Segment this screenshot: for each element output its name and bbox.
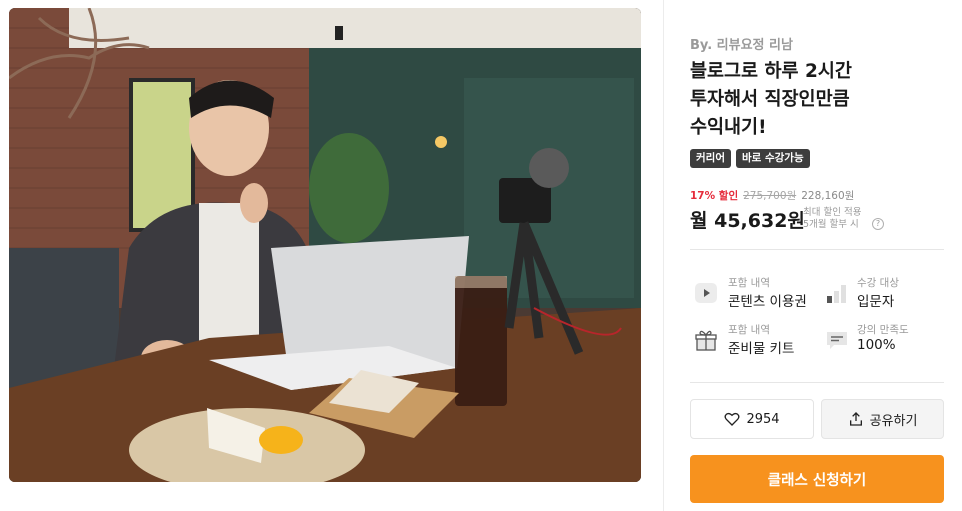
info-value: 입문자: [857, 294, 895, 310]
info-target-level: 수강 대상 입문자: [821, 275, 946, 315]
share-label: 공유하기: [869, 413, 918, 429]
play-icon: [695, 283, 717, 303]
discount-rate: 17% 할인: [690, 190, 739, 202]
heart-icon: [724, 412, 740, 426]
cafe-photo-illustration: [9, 8, 641, 482]
info-icon[interactable]: ?: [872, 218, 884, 230]
info-label: 포함 내역: [728, 277, 770, 289]
tag-list: 커리어 바로 수강가능: [690, 149, 810, 168]
gift-icon: [695, 330, 717, 351]
info-content-included: 포함 내역 콘텐츠 이용권: [690, 275, 815, 315]
info-value: 준비물 키트: [728, 341, 795, 357]
vertical-divider: [663, 0, 664, 511]
share-button[interactable]: 공유하기: [821, 399, 944, 439]
installment-note: 최대 할인 적용 5개월 할부 시: [803, 207, 862, 230]
bar-level-icon: [827, 285, 846, 303]
info-value: 콘텐츠 이용권: [728, 294, 807, 310]
info-kit-included: 포함 내역 준비물 키트: [690, 322, 815, 362]
monthly-price: 월 45,632원: [690, 210, 805, 232]
like-count: 2954: [746, 411, 780, 427]
info-satisfaction: 강의 만족도 100%: [821, 322, 946, 362]
info-value: 100%: [857, 337, 896, 353]
section-divider: [690, 382, 944, 383]
class-title: 블로그로 하루 2시간 투자해서 직장인만큼 수익내기!: [690, 61, 852, 138]
share-icon: [849, 412, 862, 426]
info-label: 포함 내역: [728, 324, 770, 336]
section-divider: [690, 249, 944, 250]
author-name[interactable]: By. 리뷰요정 리남: [690, 34, 793, 53]
tag-career: 커리어: [690, 149, 731, 168]
original-price: 275,700원: [743, 190, 797, 202]
tag-instant-access: 바로 수강가능: [735, 149, 810, 168]
class-info-panel: By. 리뷰요정 리남 블로그로 하루 2시간 투자해서 직장인만큼 수익내기!…: [690, 0, 944, 511]
info-label: 수강 대상: [857, 277, 899, 289]
like-button[interactable]: 2954: [690, 399, 814, 439]
info-label: 강의 만족도: [857, 324, 909, 336]
class-cover-image: [9, 8, 641, 482]
enroll-button[interactable]: 클래스 신청하기: [690, 455, 944, 503]
sale-price: 228,160원: [801, 190, 855, 202]
comment-icon: [827, 332, 847, 349]
price-summary: 17% 할인 275,700원 228,160원: [690, 188, 854, 203]
